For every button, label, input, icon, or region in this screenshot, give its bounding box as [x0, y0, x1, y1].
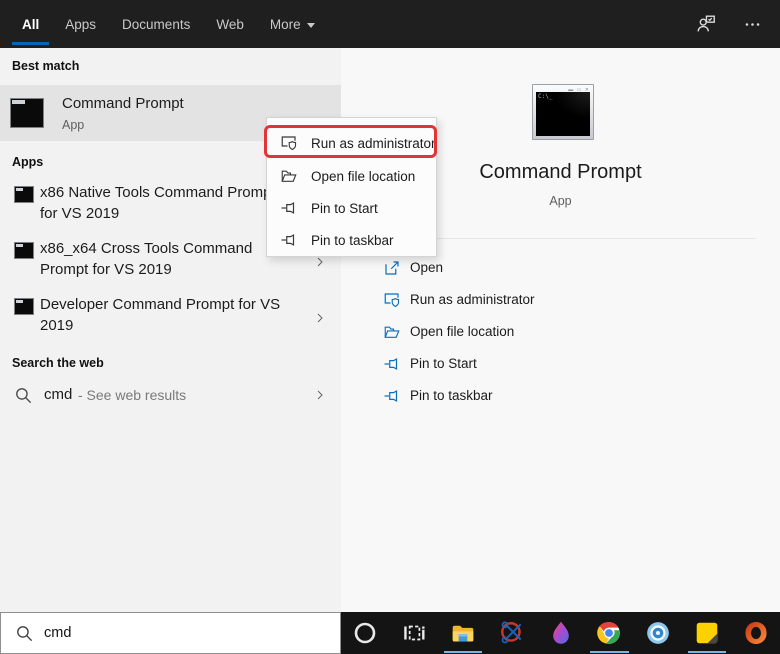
command-prompt-icon-large: ▬ ▭ ✕: [532, 84, 594, 140]
menu-pin-to-start[interactable]: Pin to Start: [267, 193, 436, 224]
run-as-admin-icon: [383, 291, 401, 309]
cortana-icon: [352, 620, 378, 646]
open-file-location-icon: [280, 167, 298, 185]
paint-3d-icon: [548, 620, 574, 646]
action-open-file-location[interactable]: Open file location: [341, 316, 780, 348]
taskbar-icon-snipping-tool[interactable]: [487, 612, 536, 654]
menu-pin-to-taskbar[interactable]: Pin to taskbar: [267, 225, 436, 256]
pin-icon: [383, 387, 401, 405]
chevron-right-icon[interactable]: [314, 309, 326, 327]
ellipsis-icon[interactable]: [743, 15, 762, 34]
app-result-3[interactable]: Developer Command Prompt for VS 2019: [0, 293, 341, 345]
tab-more[interactable]: More: [270, 0, 315, 48]
tab-web[interactable]: Web: [216, 0, 244, 48]
chevron-right-icon[interactable]: [314, 386, 326, 404]
menu-run-as-administrator[interactable]: Run as administrator: [267, 128, 436, 159]
command-prompt-icon: [14, 242, 34, 259]
office-icon: [743, 620, 769, 646]
task-view-icon: [401, 620, 427, 646]
target-app-icon: [645, 620, 671, 646]
command-prompt-icon: [14, 298, 34, 315]
chrome-icon: [596, 620, 622, 646]
taskbar-search-box[interactable]: [0, 612, 341, 654]
pin-icon: [280, 231, 298, 249]
open-file-location-icon: [383, 323, 401, 341]
search-icon: [14, 386, 33, 405]
taskbar-icon-office[interactable]: [731, 612, 780, 654]
taskbar-icon-sticky-notes[interactable]: [683, 612, 732, 654]
web-suffix: - See web results: [78, 387, 187, 403]
taskbar-icon-cortana[interactable]: [341, 612, 390, 654]
taskbar-icon-chrome[interactable]: [585, 612, 634, 654]
menu-open-file-location[interactable]: Open file location: [267, 161, 436, 192]
taskbar-icon-paint-3d[interactable]: [536, 612, 585, 654]
apps-header: Apps: [12, 155, 44, 169]
best-match-subtitle: App: [62, 118, 85, 132]
action-pin-to-start[interactable]: Pin to Start: [341, 348, 780, 380]
pin-icon: [280, 199, 298, 217]
pin-icon: [383, 355, 401, 373]
file-explorer-icon: [450, 620, 476, 646]
action-run-as-administrator[interactable]: Run as administrator: [341, 284, 780, 316]
taskbar-icon-task-view[interactable]: [390, 612, 439, 654]
action-pin-to-taskbar[interactable]: Pin to taskbar: [341, 380, 780, 412]
run-as-admin-icon: [280, 134, 298, 152]
taskbar-icon-target-app[interactable]: [634, 612, 683, 654]
windows-search-flyout: All Apps Documents Web More Best match C…: [0, 0, 780, 654]
best-match-header: Best match: [12, 59, 80, 73]
tab-apps[interactable]: Apps: [65, 0, 96, 48]
chevron-down-icon: [306, 22, 315, 28]
taskbar: [341, 612, 780, 654]
search-filter-bar: All Apps Documents Web More: [0, 0, 780, 48]
tab-all[interactable]: All: [11, 0, 50, 48]
open-icon: [383, 259, 401, 277]
command-prompt-icon: [10, 98, 44, 128]
sticky-notes-icon: [694, 620, 720, 646]
feedback-icon[interactable]: [695, 13, 717, 35]
search-input[interactable]: [44, 625, 314, 641]
filter-tabs: All Apps Documents Web More: [0, 0, 315, 48]
taskbar-icon-file-explorer[interactable]: [439, 612, 488, 654]
command-prompt-icon: [14, 186, 34, 203]
search-web-header: Search the web: [12, 356, 104, 370]
best-match-title: Command Prompt: [62, 95, 184, 112]
web-result[interactable]: cmd - See web results: [0, 378, 341, 416]
web-query: cmd: [44, 386, 73, 403]
snipping-tool-icon: [499, 620, 525, 646]
search-icon: [15, 624, 34, 643]
context-menu: Run as administrator Open file location …: [264, 117, 437, 257]
tab-documents[interactable]: Documents: [122, 0, 190, 48]
